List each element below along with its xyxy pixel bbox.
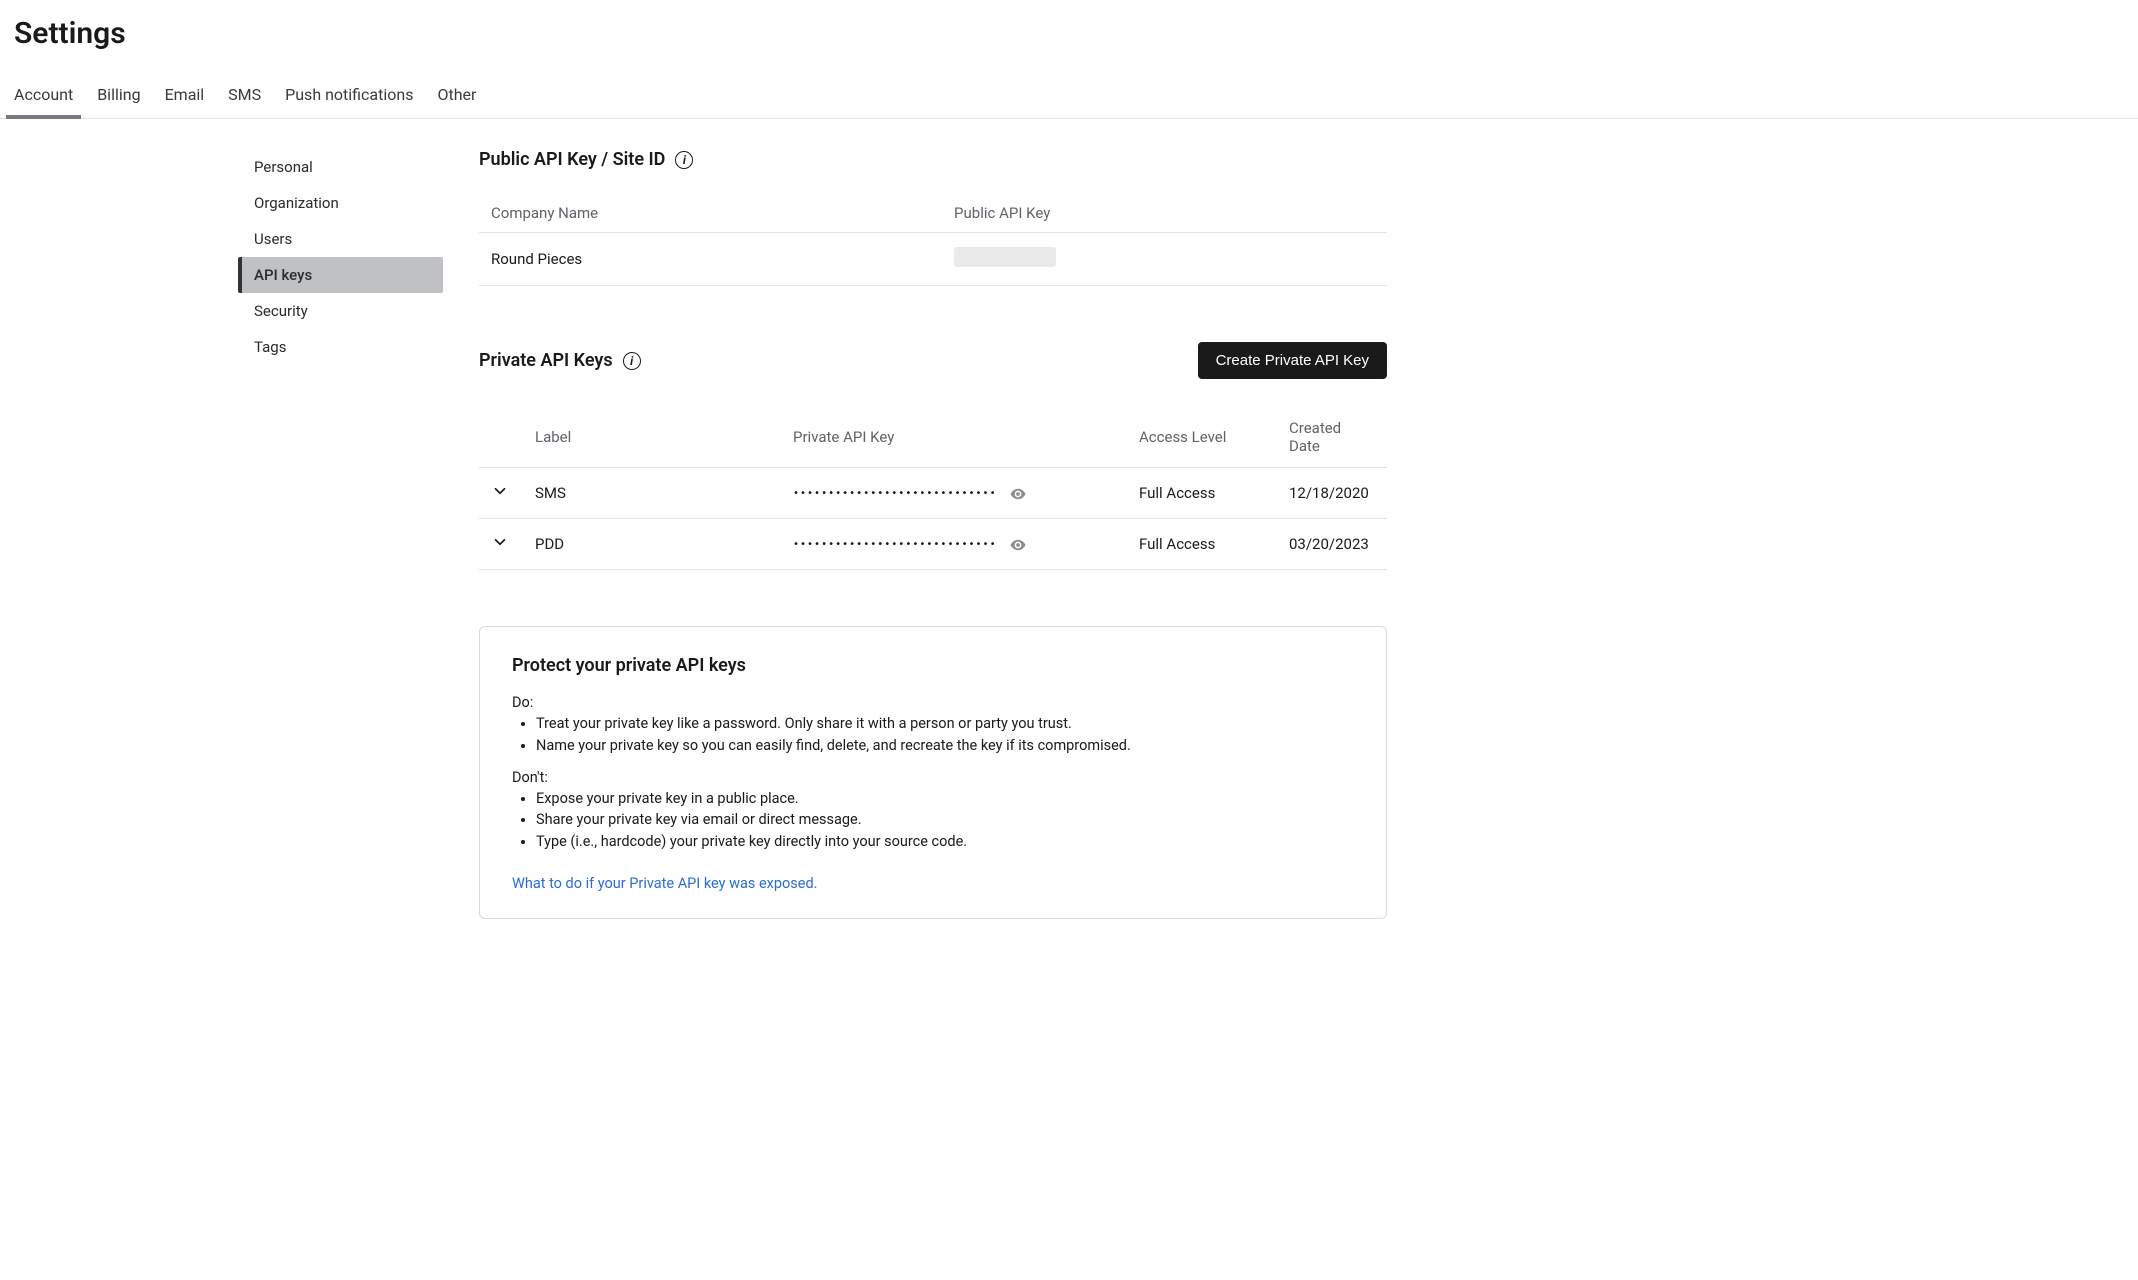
private-api-keys-heading: Private API Keys [479, 350, 613, 371]
masked-key: ••••••••••••••••••••••••••••• [793, 488, 997, 499]
created-date-cell: 03/20/2023 [1277, 519, 1387, 570]
chevron-down-icon[interactable] [491, 482, 509, 500]
list-item: Type (i.e., hardcode) your private key d… [536, 831, 1354, 853]
settings-sidebar: PersonalOrganizationUsersAPI keysSecurit… [238, 149, 443, 919]
redacted-public-key [954, 247, 1056, 267]
col-header-public-key: Public API Key [942, 194, 1387, 233]
table-row: PDD ••••••••••••••••••••••••••••• Full Acc… [479, 519, 1387, 570]
private-key-cell: ••••••••••••••••••••••••••••• [781, 519, 1127, 570]
sidebar-item-organization[interactable]: Organization [238, 185, 443, 221]
protect-heading: Protect your private API keys [512, 655, 1354, 676]
eye-icon[interactable] [1009, 485, 1027, 503]
access-level-cell: Full Access [1127, 468, 1277, 519]
col-header-created: Created Date [1277, 407, 1387, 468]
protect-private-keys-box: Protect your private API keys Do: Treat … [479, 626, 1387, 919]
top-tab-bar: Account Billing Email SMS Push notifications… [0, 75, 2138, 119]
exposed-key-help-link[interactable]: What to do if your Private API key was e… [512, 875, 817, 892]
public-key-cell [942, 233, 1387, 286]
tab-account[interactable]: Account [14, 75, 73, 118]
list-item: Treat your private key like a password. … [536, 713, 1354, 735]
create-private-api-key-button[interactable]: Create Private API Key [1198, 342, 1387, 379]
tab-other[interactable]: Other [437, 75, 476, 118]
eye-icon[interactable] [1009, 536, 1027, 554]
company-name-cell: Round Pieces [479, 233, 942, 286]
table-row: SMS ••••••••••••••••••••••••••••• Full Acc… [479, 468, 1387, 519]
access-level-cell: Full Access [1127, 519, 1277, 570]
private-key-table: Label Private API Key Access Level Creat… [479, 407, 1387, 570]
sidebar-item-users[interactable]: Users [238, 221, 443, 257]
table-row: Round Pieces [479, 233, 1387, 286]
col-header-label: Label [523, 407, 781, 468]
key-label-cell: SMS [523, 468, 781, 519]
tab-email[interactable]: Email [165, 75, 205, 118]
tab-sms[interactable]: SMS [228, 75, 261, 118]
key-label-cell: PDD [523, 519, 781, 570]
private-key-cell: ••••••••••••••••••••••••••••• [781, 468, 1127, 519]
sidebar-item-security[interactable]: Security [238, 293, 443, 329]
sidebar-item-tags[interactable]: Tags [238, 329, 443, 365]
created-date-cell: 12/18/2020 [1277, 468, 1387, 519]
masked-key: ••••••••••••••••••••••••••••• [793, 539, 997, 550]
public-key-table: Company Name Public API Key Round Pieces [479, 194, 1387, 286]
main-content: Public API Key / Site ID i Company Name … [479, 149, 1387, 919]
public-api-key-heading: Public API Key / Site ID [479, 149, 665, 170]
sidebar-item-personal[interactable]: Personal [238, 149, 443, 185]
col-header-private-key: Private API Key [781, 407, 1127, 468]
dont-label: Don't: [512, 769, 1354, 786]
tab-push-notifications[interactable]: Push notifications [285, 75, 413, 118]
list-item: Name your private key so you can easily … [536, 735, 1354, 757]
col-header-company: Company Name [479, 194, 942, 233]
list-item: Expose your private key in a public plac… [536, 788, 1354, 810]
sidebar-item-api-keys[interactable]: API keys [238, 257, 443, 293]
info-icon[interactable]: i [675, 151, 693, 169]
list-item: Share your private key via email or dire… [536, 809, 1354, 831]
do-label: Do: [512, 694, 1354, 711]
col-header-access: Access Level [1127, 407, 1277, 468]
tab-billing[interactable]: Billing [97, 75, 140, 118]
page-title: Settings [14, 16, 2124, 51]
info-icon[interactable]: i [623, 352, 641, 370]
chevron-down-icon[interactable] [491, 533, 509, 551]
